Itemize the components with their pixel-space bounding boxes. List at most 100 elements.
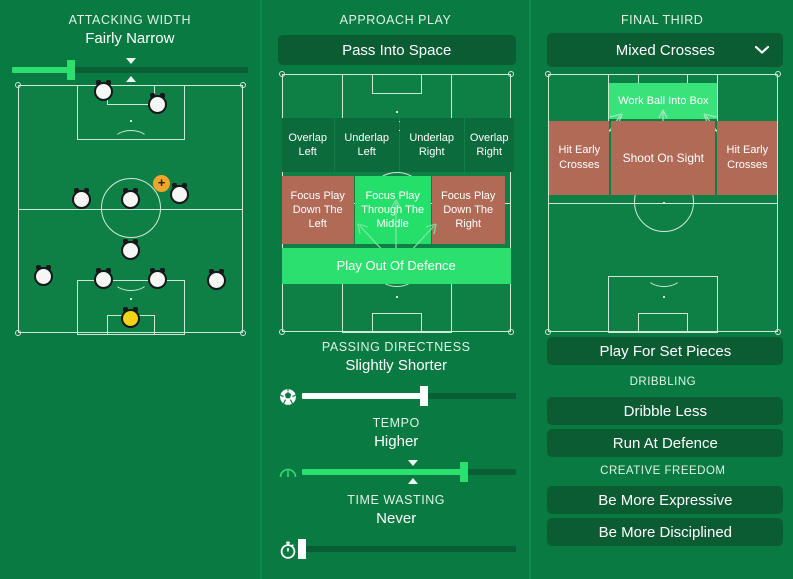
time-wasting-slider[interactable] <box>262 536 531 562</box>
tactics-screen: ATTACKING WIDTH Fairly Narrow + APPROACH… <box>0 0 793 579</box>
cell-label-line1: Focus Play <box>290 190 345 202</box>
bottom-penalty-spot <box>130 298 132 300</box>
slider-handle[interactable] <box>460 462 469 482</box>
hit-early-crosses-right-cell[interactable]: Hit Early Crosses <box>717 121 778 195</box>
slider-default-marker-bottom <box>125 76 136 82</box>
work-ball-into-box-cell[interactable]: Work Ball Into Box <box>609 83 718 119</box>
stopwatch-icon <box>278 540 298 560</box>
option-button-be-more-expressive[interactable]: Be More Expressive <box>547 486 784 514</box>
player-token-defensive-mid[interactable] <box>121 239 140 260</box>
slider-fill <box>301 393 424 399</box>
play-for-set-pieces-button[interactable]: Play For Set Pieces <box>547 337 784 365</box>
slider-fill <box>12 67 72 73</box>
approach-play-selected-button[interactable]: Pass Into Space <box>277 35 516 65</box>
hit-early-crosses-left-label-1: Hit Early <box>558 144 601 156</box>
shoot-on-sight-cell[interactable]: Shoot On Sight <box>611 121 716 195</box>
player-token-back-right[interactable] <box>207 269 226 290</box>
cell-label-line3: Right <box>455 218 482 230</box>
player-token-mid-centre[interactable] <box>121 188 140 209</box>
group-title-dribbling: DRIBBLING <box>629 376 697 388</box>
chevron-down-icon[interactable] <box>755 43 770 58</box>
bottom-six-yard-box <box>638 313 689 333</box>
cell-label-line3: Middle <box>376 218 409 230</box>
top-penalty-spot <box>395 111 398 113</box>
cell-label-line2: Through The <box>361 204 425 216</box>
cell-label-line2: Right <box>418 146 445 158</box>
slider-default-marker-top <box>407 460 418 466</box>
attacking-width-title: ATTACKING WIDTH <box>68 13 192 27</box>
corner-arc-bl <box>15 330 21 336</box>
tempo-section: TEMPO Higher <box>262 416 531 485</box>
corner-arc-br <box>775 329 782 335</box>
corner-arc-bl <box>545 329 552 335</box>
add-player-icon[interactable]: + <box>153 175 170 192</box>
approach-cell-underlap-right[interactable]: Underlap Right <box>399 118 464 172</box>
approach-cell-overlap-right[interactable]: Overlap Right <box>464 118 514 172</box>
play-for-set-pieces-label: Play For Set Pieces <box>599 342 732 360</box>
option-button-be-more-disciplined[interactable]: Be More Disciplined <box>547 518 784 546</box>
gauge-icon <box>278 463 298 483</box>
top-penalty-arc <box>113 130 149 152</box>
play-out-of-defence-label: Play Out Of Defence <box>336 258 456 273</box>
tempo-title: TEMPO <box>372 416 420 430</box>
football-icon <box>278 387 298 407</box>
cell-label-line1: Overlap <box>288 132 327 144</box>
final-third-panel: FINAL THIRD Mixed Crosses Work Ball Into… <box>531 0 793 579</box>
player-token-mid-right[interactable] <box>170 183 189 204</box>
approach-cell-overlap-left[interactable]: Overlap Left <box>281 118 334 172</box>
player-token-back-left[interactable] <box>34 265 53 286</box>
slider-handle[interactable] <box>419 386 428 406</box>
cell-label-line1: Focus Play <box>365 190 420 202</box>
corner-arc-tr <box>775 71 782 77</box>
focus-play-cell-middle[interactable]: Focus Play Through The Middle <box>354 176 431 244</box>
hit-early-crosses-left-cell[interactable]: Hit Early Crosses <box>549 121 610 195</box>
approach-play-panel: APPROACH PLAY Pass Into Space Overlap Lef… <box>262 0 530 579</box>
hit-early-crosses-right-label-2: Crosses <box>727 159 768 171</box>
player-token-striker-left[interactable] <box>94 80 113 101</box>
player-token-striker-right[interactable] <box>148 93 167 114</box>
time-wasting-value: Never <box>376 510 417 527</box>
top-six-yard-box <box>371 74 422 94</box>
cell-label-line2: Down The <box>292 204 343 216</box>
bottom-penalty-spot <box>395 296 398 298</box>
focus-play-cell-left[interactable]: Focus Play Down The Left <box>281 176 354 244</box>
player-token-back-cl[interactable] <box>94 268 113 289</box>
corner-arc-br <box>240 330 246 336</box>
final-third-dropdown-label: Mixed Crosses <box>615 41 715 59</box>
corner-arc-tl <box>278 71 285 77</box>
attacking-width-slider[interactable] <box>0 57 260 83</box>
slider-track[interactable] <box>301 546 516 552</box>
tempo-slider[interactable] <box>262 459 531 485</box>
cell-label-line3: Left <box>308 218 327 230</box>
option-button-label: Be More Disciplined <box>598 523 733 541</box>
slider-handle[interactable] <box>297 539 306 559</box>
player-token-mid-left[interactable] <box>72 188 91 209</box>
formation-pitch[interactable] <box>15 82 246 336</box>
corner-arc-tr <box>240 82 246 88</box>
slider-handle[interactable] <box>67 60 76 80</box>
corner-arc-tl <box>15 82 21 88</box>
cell-label-line2: Down The <box>443 204 494 216</box>
final-third-dropdown[interactable]: Mixed Crosses <box>547 33 784 67</box>
tempo-value: Higher <box>374 433 419 450</box>
cell-label-line1: Focus Play <box>440 190 496 202</box>
cell-label-line2: Right <box>476 146 503 158</box>
focus-play-cell-right[interactable]: Focus Play Down The Right <box>431 176 505 244</box>
shoot-on-sight-label: Shoot On Sight <box>622 151 705 165</box>
passing-directness-slider[interactable] <box>262 383 531 409</box>
player-token-goalkeeper[interactable] <box>121 307 140 328</box>
option-button-dribble-less[interactable]: Dribble Less <box>547 397 784 425</box>
play-out-of-defence-cell[interactable]: Play Out Of Defence <box>281 248 511 284</box>
slider-fill <box>301 469 465 475</box>
approach-cell-underlap-left[interactable]: Underlap Left <box>334 118 399 172</box>
hit-early-crosses-left-label-2: Crosses <box>559 159 600 171</box>
time-wasting-section: TIME WASTING Never <box>262 493 531 562</box>
corner-arc-tr <box>507 71 514 77</box>
player-token-back-cr[interactable] <box>148 268 167 289</box>
cell-label-line2: Left <box>357 146 376 158</box>
bottom-six-yard-box <box>371 313 422 333</box>
cell-label-line2: Left <box>298 146 317 158</box>
option-button-label: Dribble Less <box>623 402 708 420</box>
option-button-run-at-defence[interactable]: Run At Defence <box>547 429 784 457</box>
approach-play-title: APPROACH PLAY <box>339 13 452 27</box>
